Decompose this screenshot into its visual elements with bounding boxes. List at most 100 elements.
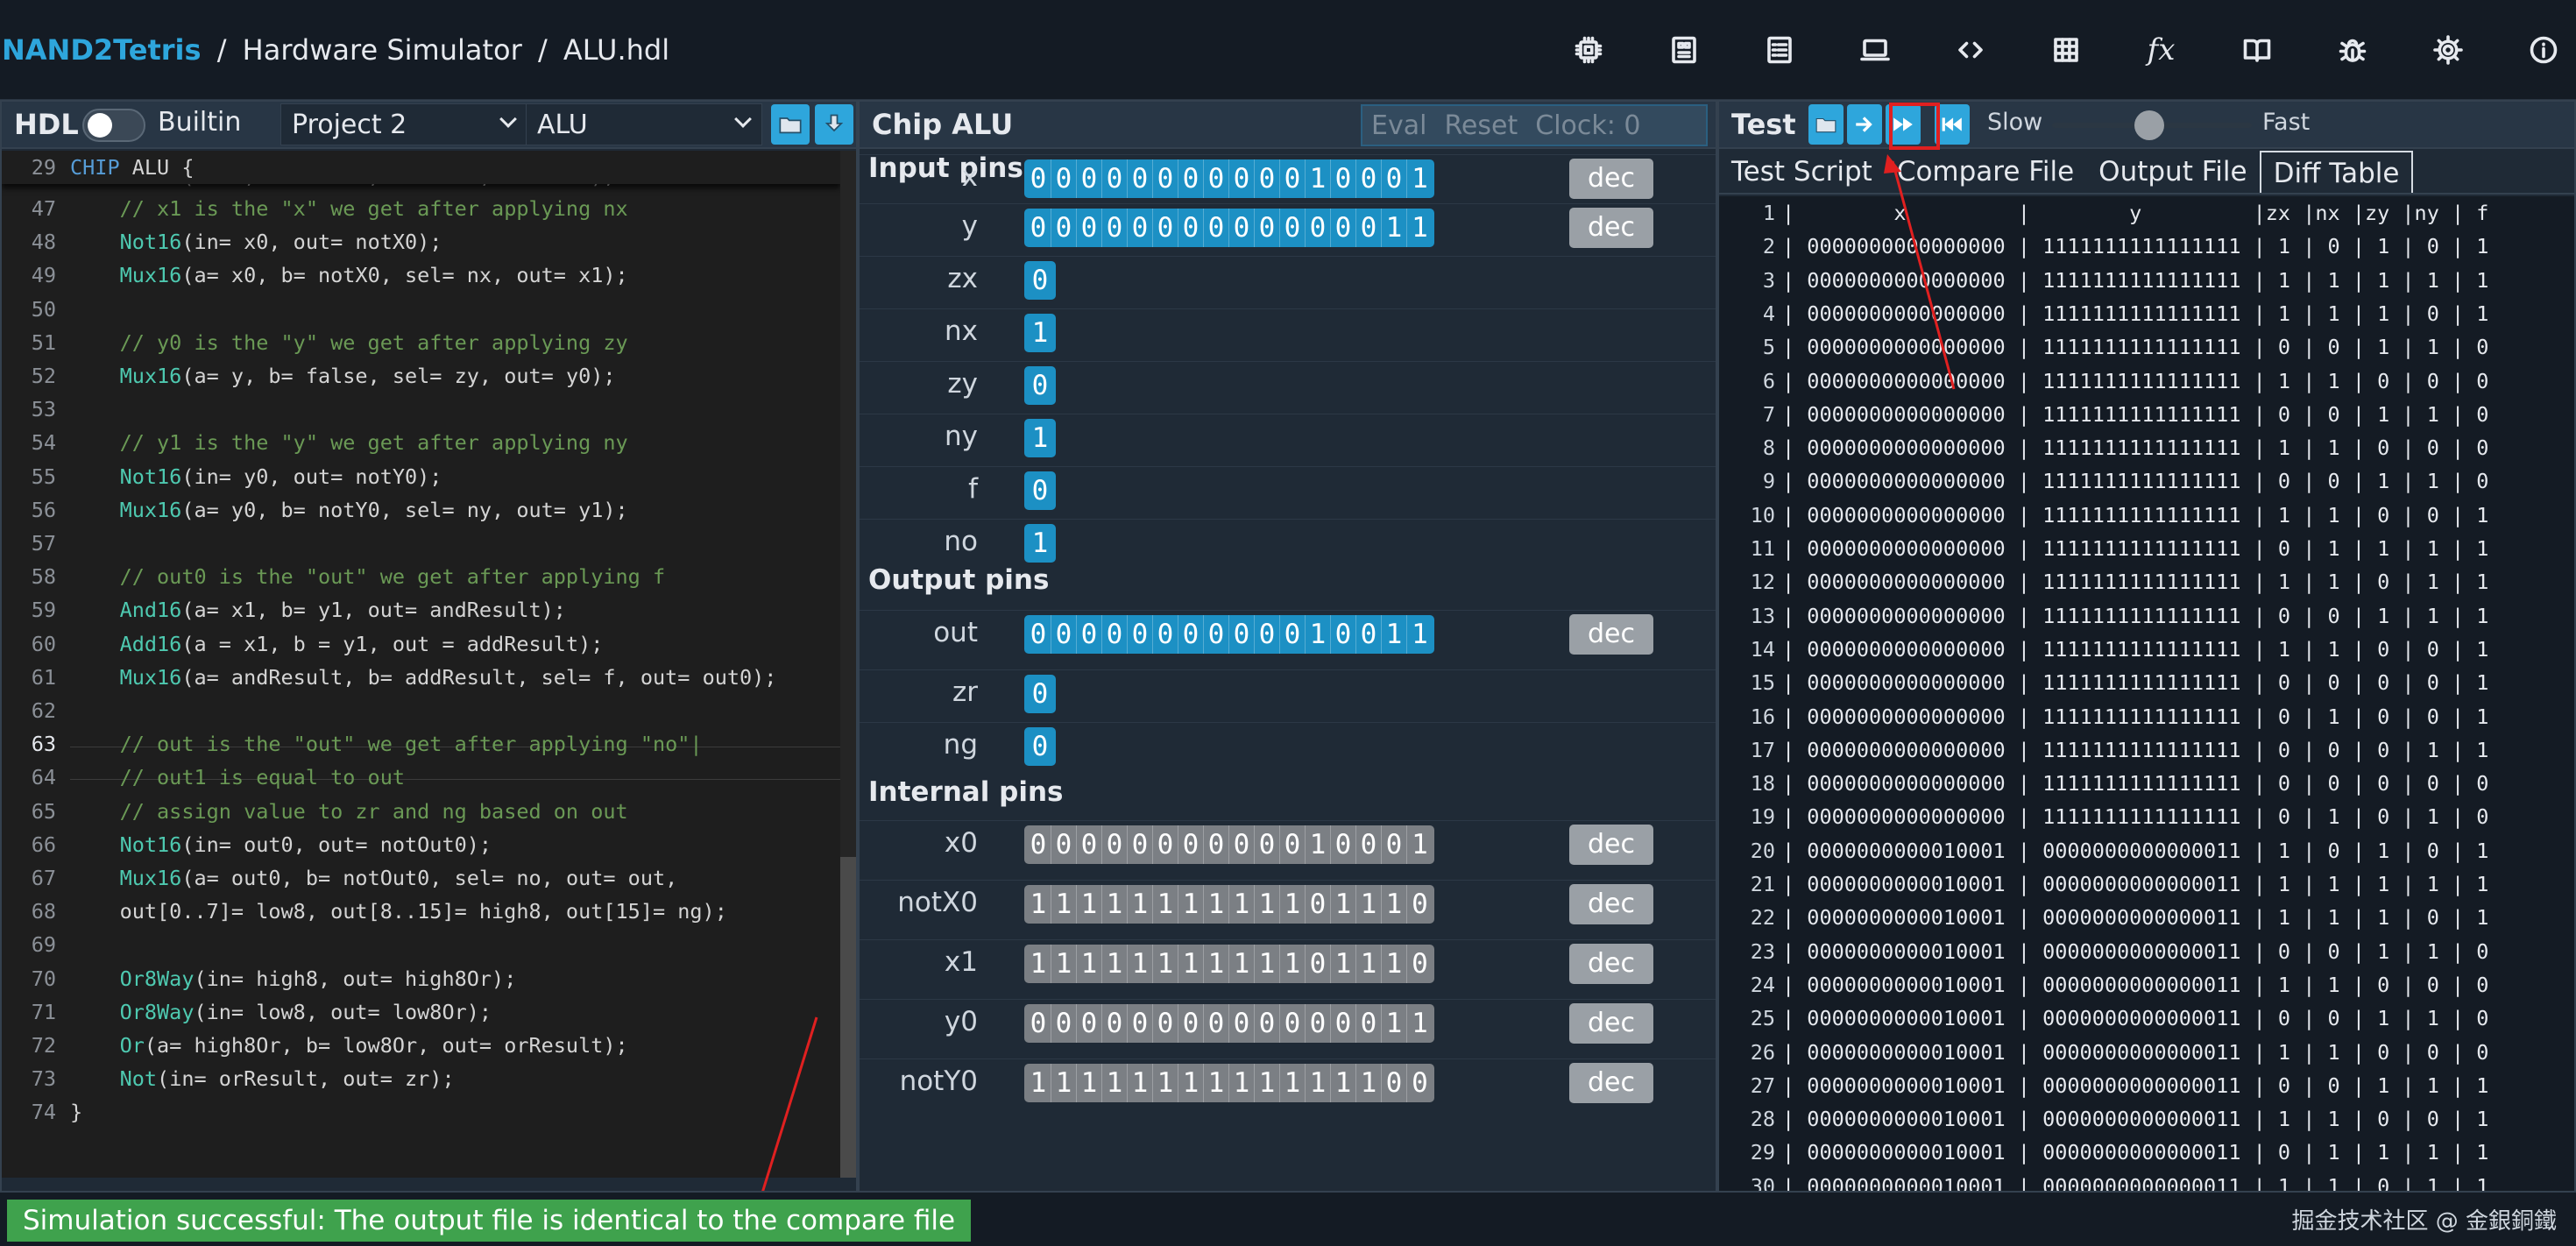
info-icon[interactable] xyxy=(2495,28,2576,72)
bit[interactable]: 0 xyxy=(1102,615,1128,654)
bit[interactable]: 0 xyxy=(1026,209,1051,247)
bit[interactable]: 0 xyxy=(1178,615,1204,654)
code-line[interactable]: 55 Not16(in= y0, out= notY0); xyxy=(2,460,840,493)
grid-icon[interactable] xyxy=(2018,28,2113,72)
bit[interactable]: 0 xyxy=(1229,615,1255,654)
code-editor[interactable]: 46 Mux16(a= x, b= false, sel= zx, out= x… xyxy=(2,151,840,1178)
download-button[interactable] xyxy=(815,104,853,145)
pin-bit-no[interactable]: 1 xyxy=(1024,524,1056,563)
code-line[interactable]: 54 // y1 is the "y" we get after applyin… xyxy=(2,426,840,459)
tab-output-file[interactable]: Output File xyxy=(2086,151,2259,193)
pin-bit-zx[interactable]: 0 xyxy=(1024,261,1056,300)
code-line[interactable]: 71 Or8Way(in= low8, out= low8Or); xyxy=(2,995,840,1029)
bit[interactable]: 0 xyxy=(1331,159,1356,198)
bit[interactable]: 0 xyxy=(1051,615,1077,654)
bit[interactable]: 1 xyxy=(1382,209,1407,247)
code-line[interactable]: 66 Not16(in= out0, out= notOut0); xyxy=(2,828,840,861)
code-line[interactable]: 61 Mux16(a= andResult, b= addResult, sel… xyxy=(2,661,840,694)
diff-table[interactable]: 1 | x | y |zx |nx |zy |ny | f 2 | 000000000… xyxy=(1719,196,2574,1191)
code-line[interactable]: 50 xyxy=(2,293,840,326)
pin-bit-zy[interactable]: 0 xyxy=(1024,366,1056,405)
bit[interactable]: 0 xyxy=(1128,615,1153,654)
bit[interactable]: 0 xyxy=(1204,159,1229,198)
code-line[interactable]: 51 // y0 is the "y" we get after applyin… xyxy=(2,326,840,359)
bit[interactable]: 0 xyxy=(1128,209,1153,247)
code-line[interactable]: 72 Or(a= high8Or, b= low8Or, out= orResu… xyxy=(2,1029,840,1062)
code-line[interactable]: 68 out[0..7]= low8, out[8..15]= high8, o… xyxy=(2,895,840,928)
code-line[interactable]: 73 Not(in= orResult, out= zr); xyxy=(2,1062,840,1095)
bit[interactable]: 0 xyxy=(1229,209,1255,247)
bit[interactable]: 1 xyxy=(1306,615,1331,654)
code-line[interactable]: 52 Mux16(a= y, b= false, sel= zy, out= y… xyxy=(2,359,840,393)
bit[interactable]: 1 xyxy=(1407,159,1433,198)
cpu-icon[interactable] xyxy=(1636,28,1731,72)
code-line[interactable]: 49 Mux16(a= x0, b= notX0, sel= nx, out= … xyxy=(2,258,840,292)
eval-button[interactable]: Eval xyxy=(1371,110,1426,141)
bit[interactable]: 0 xyxy=(1280,159,1306,198)
code-line[interactable]: 70 Or8Way(in= high8, out= high8Or); xyxy=(2,962,840,995)
bit[interactable]: 0 xyxy=(1331,615,1356,654)
bit[interactable]: 0 xyxy=(1255,159,1280,198)
bit[interactable]: 0 xyxy=(1178,159,1204,198)
bit[interactable]: 0 xyxy=(1204,209,1229,247)
bit[interactable]: 0 xyxy=(1356,615,1382,654)
dec-button-y0[interactable]: dec xyxy=(1569,1003,1653,1044)
reset-button[interactable]: Reset xyxy=(1444,110,1518,141)
dec-button-y[interactable]: dec xyxy=(1569,208,1653,248)
chip-icon[interactable] xyxy=(1540,28,1636,72)
bit[interactable]: 0 xyxy=(1306,209,1331,247)
code-line[interactable]: 59 And16(a= x1, b= y1, out= andResult); xyxy=(2,593,840,627)
tab-test-script[interactable]: Test Script xyxy=(1719,151,1885,193)
bit[interactable]: 0 xyxy=(1026,615,1051,654)
bit[interactable]: 1 xyxy=(1306,159,1331,198)
pin-bits-x[interactable]: 0000000000010001 xyxy=(1024,159,1434,198)
book-icon[interactable] xyxy=(2209,28,2304,72)
bit[interactable]: 0 xyxy=(1356,159,1382,198)
bug-icon[interactable] xyxy=(2304,28,2400,72)
builtin-toggle[interactable] xyxy=(82,109,145,142)
bit[interactable]: 0 xyxy=(1331,209,1356,247)
bit[interactable]: 0 xyxy=(1255,209,1280,247)
vertical-scroll-thumb[interactable] xyxy=(840,857,856,1178)
code-line[interactable]: 74} xyxy=(2,1095,840,1129)
bit[interactable]: 1 xyxy=(1382,615,1407,654)
code-line[interactable]: 56 Mux16(a= y0, b= notY0, sel= ny, out= … xyxy=(2,493,840,527)
dec-button-notX0[interactable]: dec xyxy=(1569,884,1653,924)
code-line[interactable]: 48 Not16(in= x0, out= notX0); xyxy=(2,225,840,258)
bit[interactable]: 0 xyxy=(1280,615,1306,654)
step-button[interactable] xyxy=(1847,104,1882,145)
sticky-scroll-line[interactable]: 29 CHIP ALU { xyxy=(2,151,840,184)
pin-bit-nx[interactable]: 1 xyxy=(1024,314,1056,352)
bit[interactable]: 0 xyxy=(1153,209,1178,247)
code-icon[interactable] xyxy=(1922,28,2018,72)
bit[interactable]: 1 xyxy=(1407,209,1433,247)
tab-diff-table[interactable]: Diff Table xyxy=(2259,151,2414,193)
bit[interactable]: 0 xyxy=(1051,159,1077,198)
bit[interactable]: 0 xyxy=(1356,209,1382,247)
list-icon[interactable] xyxy=(1731,28,1827,72)
code-line[interactable]: 47 // x1 is the "x" we get after applyin… xyxy=(2,192,840,225)
dec-button-out[interactable]: dec xyxy=(1569,614,1653,655)
code-line[interactable]: 57 xyxy=(2,527,840,560)
bit[interactable]: 0 xyxy=(1280,209,1306,247)
brand-link[interactable]: NAND2Tetris xyxy=(2,33,202,67)
bit[interactable]: 0 xyxy=(1077,159,1102,198)
gear-icon[interactable] xyxy=(2400,28,2495,72)
pin-bit-f[interactable]: 0 xyxy=(1024,471,1056,510)
bit[interactable]: 0 xyxy=(1153,159,1178,198)
code-line[interactable]: 67 Mux16(a= out0, b= notOut0, sel= no, o… xyxy=(2,861,840,895)
bit[interactable]: 0 xyxy=(1204,615,1229,654)
project-select[interactable]: Project 2 xyxy=(280,103,527,145)
pin-bits-out[interactable]: 0000000000010011 xyxy=(1024,615,1434,654)
breadcrumb-section[interactable]: Hardware Simulator xyxy=(243,33,522,67)
bit[interactable]: 0 xyxy=(1077,615,1102,654)
code-line[interactable]: 62 xyxy=(2,694,840,727)
bit[interactable]: 0 xyxy=(1255,615,1280,654)
bit[interactable]: 0 xyxy=(1026,159,1051,198)
pin-bit-zr[interactable]: 0 xyxy=(1024,675,1056,713)
bit[interactable]: 0 xyxy=(1382,159,1407,198)
bit[interactable]: 0 xyxy=(1051,209,1077,247)
speed-slider-knob[interactable] xyxy=(2134,110,2164,140)
pin-bit-ny[interactable]: 1 xyxy=(1024,419,1056,457)
code-line[interactable]: 69 xyxy=(2,928,840,961)
